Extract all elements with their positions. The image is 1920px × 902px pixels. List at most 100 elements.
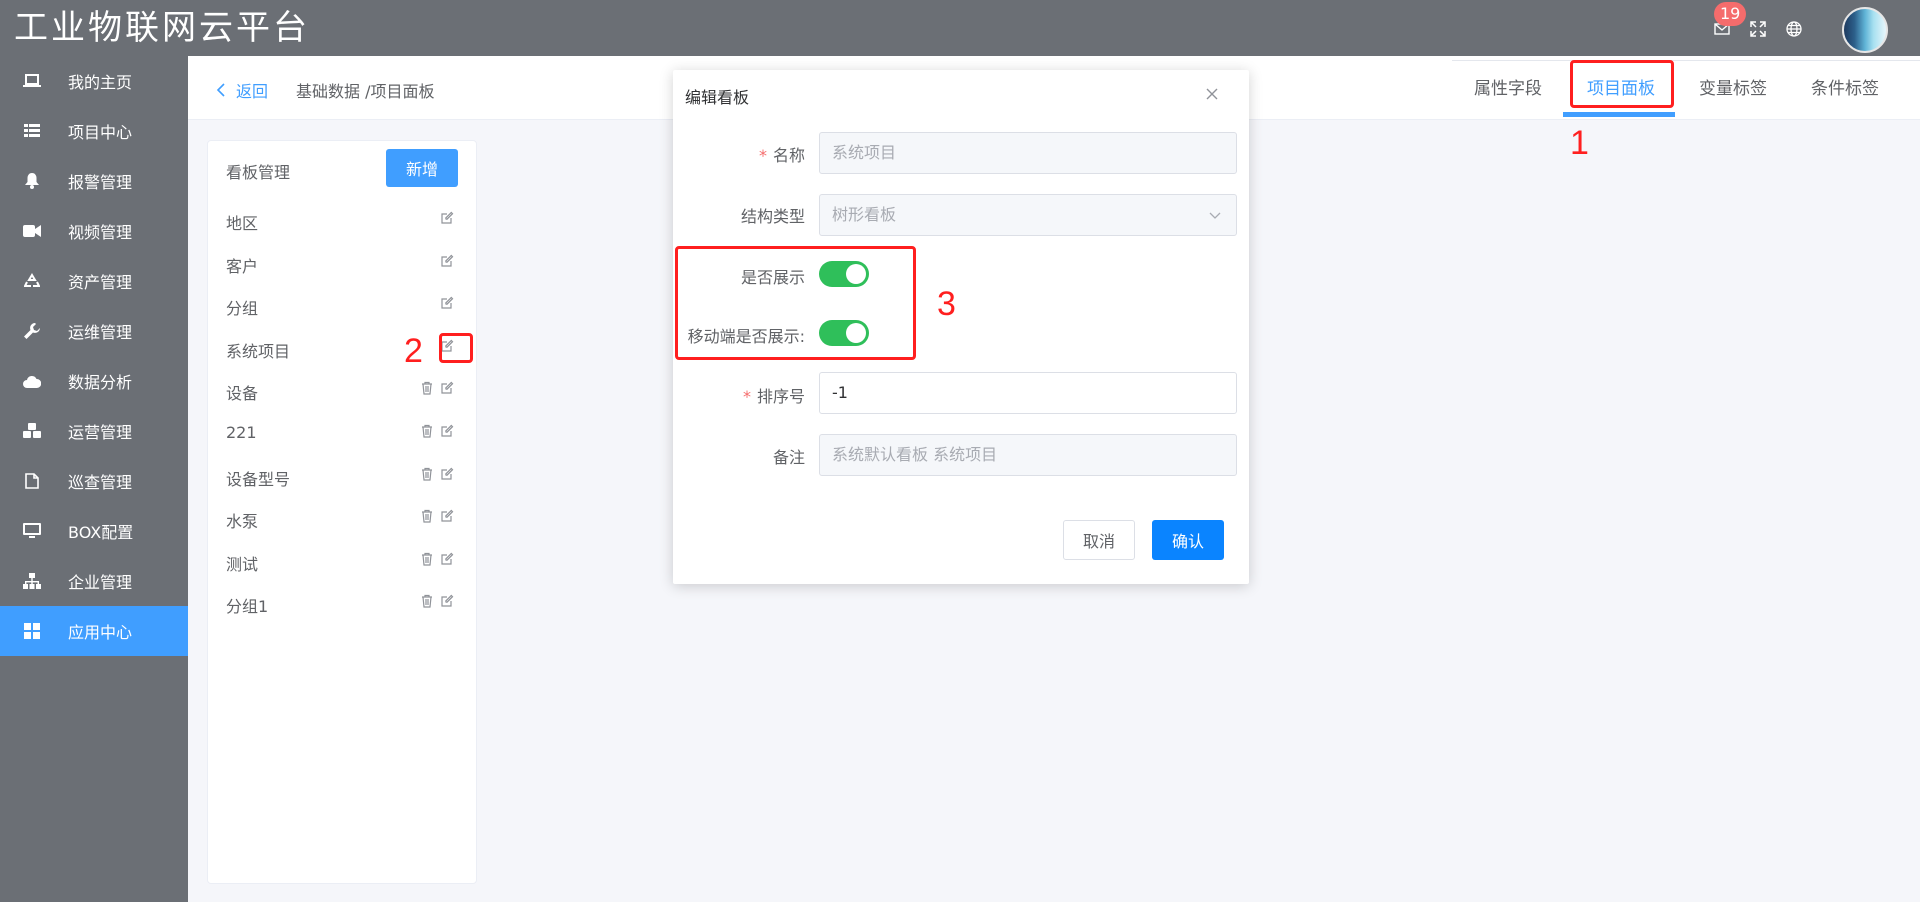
sort-number-input[interactable]: -1 [819, 372, 1237, 414]
delete-icon[interactable] [420, 423, 436, 439]
board-item-label: 水泵 [226, 512, 259, 532]
remark-field[interactable]: 系统默认看板 系统项目 [819, 434, 1237, 476]
board-item-label: 客户 [226, 256, 259, 276]
board-item-actions [420, 466, 456, 482]
sidebar-item-video[interactable]: 视频管理 [0, 206, 188, 256]
sidebar-item-box-config[interactable]: BOX配置 [0, 506, 188, 556]
board-item-actions [420, 593, 456, 609]
board-item-label: 分组 [226, 299, 259, 319]
sidebar-item-inspection[interactable]: 巡查管理 [0, 456, 188, 506]
board-list-item[interactable]: 测试 [226, 551, 456, 575]
annotation-box-2 [439, 333, 473, 363]
delete-icon[interactable] [420, 551, 436, 567]
sidebar-item-home[interactable]: 我的主页 [0, 56, 188, 106]
board-item-label: 测试 [226, 554, 259, 574]
board-item-actions [420, 551, 456, 567]
monitor-icon [22, 521, 42, 541]
fullscreen-icon[interactable] [1749, 20, 1769, 40]
delete-icon[interactable] [420, 593, 436, 609]
structure-type-select[interactable]: 树形看板 [819, 194, 1237, 236]
add-board-button[interactable]: 新增 [386, 149, 458, 187]
sidebar-item-alarms[interactable]: 报警管理 [0, 156, 188, 206]
board-item-actions [420, 508, 456, 524]
dialog-title: 编辑看板 [685, 88, 750, 107]
edit-icon[interactable] [440, 593, 456, 609]
board-item-label: 设备型号 [226, 469, 291, 489]
file-icon [22, 471, 42, 491]
recycle-icon [22, 271, 42, 291]
board-list-item[interactable]: 分组 [226, 295, 456, 319]
cubes-icon [22, 421, 42, 441]
sidebar-item-analytics[interactable]: 数据分析 [0, 356, 188, 406]
board-list-item[interactable]: 地区 [226, 210, 456, 234]
wrench-icon [22, 321, 42, 341]
delete-icon[interactable] [420, 466, 436, 482]
board-item-actions [420, 423, 456, 439]
list-icon [22, 121, 42, 141]
board-list-item[interactable]: 客户 [226, 253, 456, 277]
board-list-item[interactable]: 设备型号 [226, 466, 456, 490]
sitemap-icon [22, 571, 42, 591]
annotation-box-1 [1570, 60, 1674, 108]
tab-variable-tags[interactable]: 变量标签 [1699, 74, 1767, 99]
sidebar-item-assets[interactable]: 资产管理 [0, 256, 188, 306]
annotation-box-3 [675, 246, 916, 360]
board-item-label: 221 [226, 423, 257, 442]
board-list-item[interactable]: 分组1 [226, 593, 456, 617]
close-icon[interactable] [1205, 86, 1221, 102]
sidebar-item-app-center[interactable]: 应用中心 [0, 606, 188, 656]
chevron-left-icon [216, 83, 225, 97]
breadcrumb: 基础数据 /项目面板 [296, 82, 435, 101]
edit-icon[interactable] [440, 466, 456, 482]
sidebar: 我的主页 项目中心 报警管理 视频管理 资产管理 运维管理 数据分析 运营管理 … [0, 56, 188, 902]
sort-label: * 排序号 [742, 387, 805, 406]
remark-label: 备注 [772, 448, 805, 467]
board-item-label: 分组1 [226, 597, 269, 617]
tabs-baseline [1452, 60, 1920, 61]
board-item-label: 设备 [226, 384, 259, 404]
cancel-button[interactable]: 取消 [1063, 520, 1135, 560]
delete-icon[interactable] [420, 508, 436, 524]
notification-badge: 19 [1714, 2, 1747, 26]
sidebar-item-enterprise[interactable]: 企业管理 [0, 556, 188, 606]
cloud-icon [22, 371, 42, 391]
board-list-item[interactable]: 水泵 [226, 508, 456, 532]
tab-condition-tags[interactable]: 条件标签 [1811, 74, 1879, 99]
sidebar-item-ops[interactable]: 运维管理 [0, 306, 188, 356]
edit-icon[interactable] [440, 551, 456, 567]
name-field[interactable]: 系统项目 [819, 132, 1237, 174]
edit-icon[interactable] [440, 253, 456, 269]
name-label: * 名称 [758, 146, 805, 165]
back-link[interactable]: 返回 [216, 78, 268, 102]
app-title: 工业物联网云平台 [14, 8, 310, 48]
annotation-number-1: 1 [1570, 124, 1589, 162]
delete-icon[interactable] [420, 380, 436, 396]
board-item-actions [420, 380, 456, 396]
top-header: 工业物联网云平台 19 [0, 0, 1920, 56]
globe-icon[interactable] [1785, 20, 1805, 40]
sidebar-item-projects[interactable]: 项目中心 [0, 106, 188, 156]
video-icon [22, 221, 42, 241]
edit-icon[interactable] [440, 508, 456, 524]
user-avatar[interactable] [1842, 7, 1888, 53]
edit-icon[interactable] [440, 210, 456, 226]
active-tab-indicator [1563, 112, 1675, 117]
edit-icon[interactable] [440, 380, 456, 396]
board-item-label: 地区 [226, 214, 259, 233]
confirm-button[interactable]: 确认 [1152, 520, 1224, 560]
board-management-panel: 看板管理 新增 地区 客户 分组 系统项目 设备 221 设备型号 水泵 测试 分组1 [207, 140, 477, 884]
bell-icon [22, 171, 42, 191]
board-list-item[interactable]: 设备 [226, 380, 456, 404]
tab-attribute-fields[interactable]: 属性字段 [1474, 74, 1542, 99]
edit-icon[interactable] [440, 295, 456, 311]
board-item-actions [440, 210, 456, 226]
board-list-item[interactable]: 221 [226, 423, 456, 447]
laptop-icon [22, 71, 42, 91]
chevron-down-icon [1209, 212, 1221, 219]
type-label: 结构类型 [740, 207, 805, 226]
board-item-label: 系统项目 [226, 341, 291, 361]
edit-icon[interactable] [440, 423, 456, 439]
annotation-number-3: 3 [937, 285, 956, 323]
annotation-number-2: 2 [404, 332, 423, 370]
sidebar-item-operations[interactable]: 运营管理 [0, 406, 188, 456]
